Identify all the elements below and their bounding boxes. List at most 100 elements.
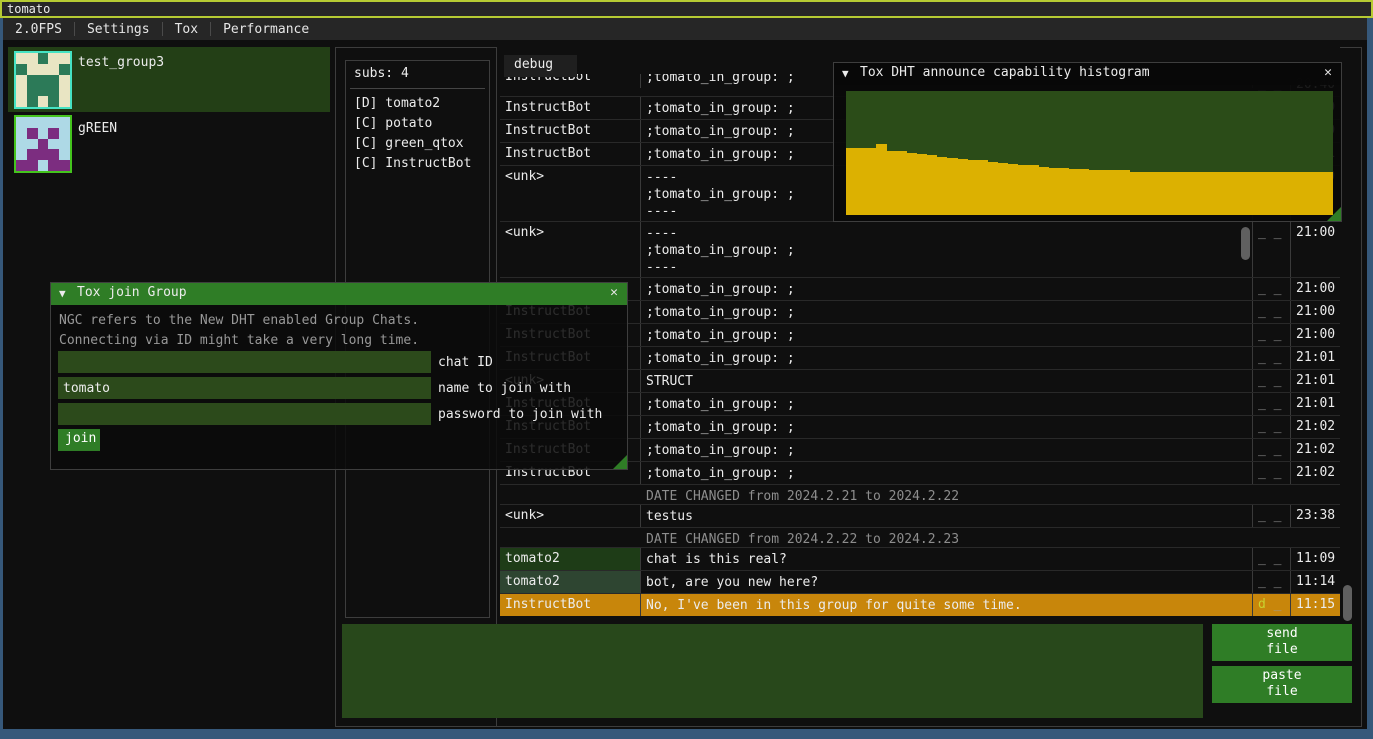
message-author: InstructBot [500,97,641,119]
avatar-pixel [27,117,38,128]
message-text: ;tomato_in_group: ; [641,301,1253,323]
window-border-right [1367,18,1373,729]
message-text: chat is this real? [641,548,1253,570]
send-file-button[interactable]: send file [1212,624,1352,661]
subs-member-item[interactable]: [C] InstructBot [354,154,471,174]
fps-indicator: 2.0FPS [3,20,74,39]
avatar-pixel [59,149,70,160]
tab-debug[interactable]: debug [504,55,577,77]
dht-histogram-title: Tox DHT announce capability histogram [860,65,1150,80]
histogram-bar [897,151,907,215]
histogram-bar [1029,165,1039,215]
window-titlebar[interactable]: tomato [0,0,1373,18]
message-input[interactable] [342,624,1203,718]
close-icon[interactable]: ✕ [1319,65,1337,83]
chat-id-input[interactable] [58,351,431,373]
date-changed-row: DATE CHANGED from 2024.2.22 to 2024.2.23 [500,527,1340,547]
subs-member-item[interactable]: [C] potato [354,114,471,134]
histogram-bar [907,153,917,215]
collapse-arrow-icon[interactable]: ▼ [59,287,66,300]
menu-item-settings[interactable]: Settings [75,20,162,39]
avatar-pixel [59,96,70,107]
avatar-pixel [38,96,49,107]
avatar-pixel [27,128,38,139]
histogram-bar [1039,167,1049,215]
collapse-arrow-icon[interactable]: ▼ [842,67,849,80]
message-text: testus [641,505,1253,527]
histogram-bar [876,144,886,215]
message-time: 11:09 [1291,548,1340,570]
message-status: _ _ [1253,301,1291,323]
histogram-bar [1100,170,1110,215]
join-password-input[interactable] [58,403,431,425]
message-text: ;tomato_in_group: ; [641,462,1253,484]
histogram-bar [1221,172,1231,215]
message-author: <unk> [500,166,641,221]
message-author: InstructBot [500,143,641,165]
histogram-bar [1211,172,1221,215]
message-status: _ _ [1253,439,1291,461]
message-text: ;tomato_in_group: ; [641,347,1253,369]
histogram-bar [1049,168,1059,215]
dht-histogram-window: ▼ Tox DHT announce capability histogram … [833,62,1342,222]
message-time: 21:00 [1291,301,1340,323]
avatar-pixel [16,85,27,96]
histogram-bar [1292,172,1302,215]
avatar-pixel [38,64,49,75]
histogram-bar [988,162,998,215]
histogram-bar [1231,172,1241,215]
paste-file-button[interactable]: paste file [1212,666,1352,703]
subs-separator [350,88,485,89]
avatar-pixel [27,96,38,107]
subs-member-item[interactable]: [D] tomato2 [354,94,471,114]
join-password-label: password to join with [438,407,602,422]
histogram-bar [1252,172,1262,215]
histogram-bar [1191,172,1201,215]
avatar-pixel [59,139,70,150]
sidebar-group-green[interactable]: gREEN [8,113,330,171]
message-time: 21:00 [1291,222,1340,277]
message-status: _ _ [1253,462,1291,484]
message-status: _ _ [1253,278,1291,300]
chat-scrollbar[interactable] [1343,585,1352,621]
message-time: 21:02 [1291,416,1340,438]
histogram-bar [947,158,957,215]
avatar-pixel [48,96,59,107]
message-time: 21:00 [1291,324,1340,346]
histogram-bar [856,148,866,215]
message-time: 21:01 [1291,393,1340,415]
avatar-pixel [48,75,59,86]
subs-member-item[interactable]: [C] green_qtox [354,134,471,154]
avatar-pixel [48,117,59,128]
avatar-pixel [59,117,70,128]
menu-item-performance[interactable]: Performance [211,20,321,39]
window-border-left [0,18,3,729]
avatar-pixel [38,85,49,96]
avatar-pixel [27,149,38,160]
message-author: <unk> [500,222,641,277]
resize-grip-icon[interactable] [613,455,627,469]
dht-histogram-titlebar[interactable]: ▼ Tox DHT announce capability histogram … [834,63,1341,85]
histogram-bar [958,159,968,215]
message-status: d _ [1253,594,1291,616]
sidebar-group-test_group3[interactable]: test_group3 [8,47,330,112]
avatar-pixel [48,139,59,150]
resize-grip-icon[interactable] [1327,207,1341,221]
histogram-bar [1069,169,1079,215]
avatar-pixel [59,64,70,75]
join-name-input[interactable] [58,377,431,399]
histogram-bar [1130,172,1140,215]
menu-item-tox[interactable]: Tox [163,20,210,39]
message-status: _ _ [1253,393,1291,415]
avatar-pixel [16,64,27,75]
histogram-bar [1181,172,1191,215]
join-group-titlebar[interactable]: ▼ Tox join Group ✕ [51,283,627,305]
histogram-bar [1079,169,1089,215]
chat-inner-scrollbar[interactable] [1241,227,1250,260]
histogram-bar [1140,172,1150,215]
join-button[interactable]: join [58,429,100,451]
close-icon[interactable]: ✕ [605,285,623,303]
avatar-pixel [59,160,70,171]
histogram-bar [1302,172,1312,215]
histogram-bar [1120,170,1130,215]
